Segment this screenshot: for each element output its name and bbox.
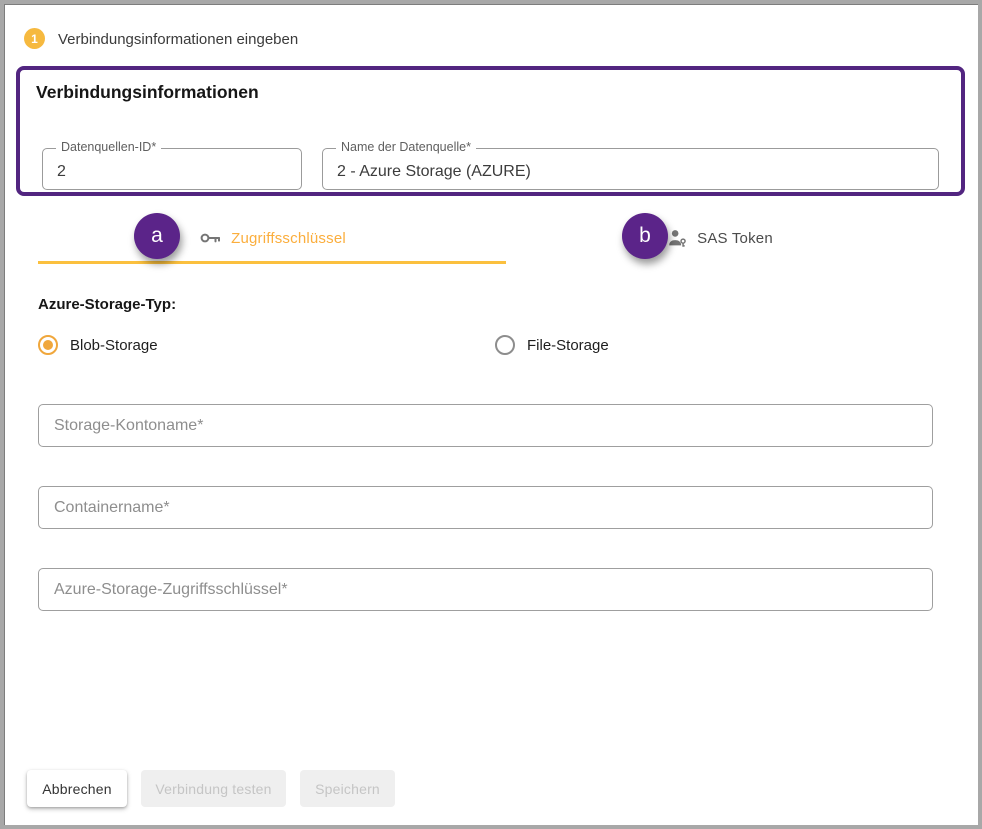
active-tab-indicator	[38, 261, 506, 264]
radio-file-storage-label: File-Storage	[527, 337, 609, 354]
container-name-input[interactable]	[38, 486, 933, 529]
radio-blob-storage[interactable]	[38, 335, 58, 355]
radio-blob-storage-label: Blob-Storage	[70, 337, 158, 354]
tab-sas-token[interactable]: SAS Token	[506, 214, 933, 262]
cancel-button[interactable]: Abbrechen	[27, 770, 127, 807]
datasource-id-label: Datenquellen-ID*	[56, 140, 161, 154]
storage-type-heading: Azure-Storage-Typ:	[38, 296, 176, 313]
storage-account-name-input[interactable]	[38, 404, 933, 447]
datasource-name-field: Name der Datenquelle*	[322, 148, 939, 190]
tab-zugriffsschluessel-label: Zugriffsschlüssel	[231, 230, 346, 247]
radio-option-file-storage[interactable]: File-Storage	[495, 335, 609, 355]
annotation-marker-b: b	[622, 213, 668, 259]
access-key-input[interactable]	[38, 568, 933, 611]
step-number-badge: 1	[24, 28, 45, 49]
test-connection-button: Verbindung testen	[141, 770, 286, 807]
panel-title: Verbindungsinformationen	[36, 82, 259, 103]
radio-option-blob-storage[interactable]: Blob-Storage	[38, 335, 158, 355]
connection-dialog: 1 Verbindungsinformationen eingeben Verb…	[0, 0, 982, 829]
radio-file-storage[interactable]	[495, 335, 515, 355]
tab-zugriffsschluessel[interactable]: Zugriffsschlüssel	[38, 214, 506, 262]
tab-sas-token-label: SAS Token	[697, 230, 773, 247]
step-title: Verbindungsinformationen eingeben	[58, 31, 298, 48]
key-icon	[198, 226, 222, 250]
datasource-name-label: Name der Datenquelle*	[336, 140, 476, 154]
datasource-id-input[interactable]	[43, 149, 301, 189]
save-button: Speichern	[300, 770, 395, 807]
datasource-name-input[interactable]	[323, 149, 938, 189]
datasource-id-field: Datenquellen-ID*	[42, 148, 302, 190]
connection-info-panel: Verbindungsinformationen Datenquellen-ID…	[16, 66, 965, 196]
annotation-marker-a: a	[134, 213, 180, 259]
person-key-icon	[666, 227, 688, 249]
